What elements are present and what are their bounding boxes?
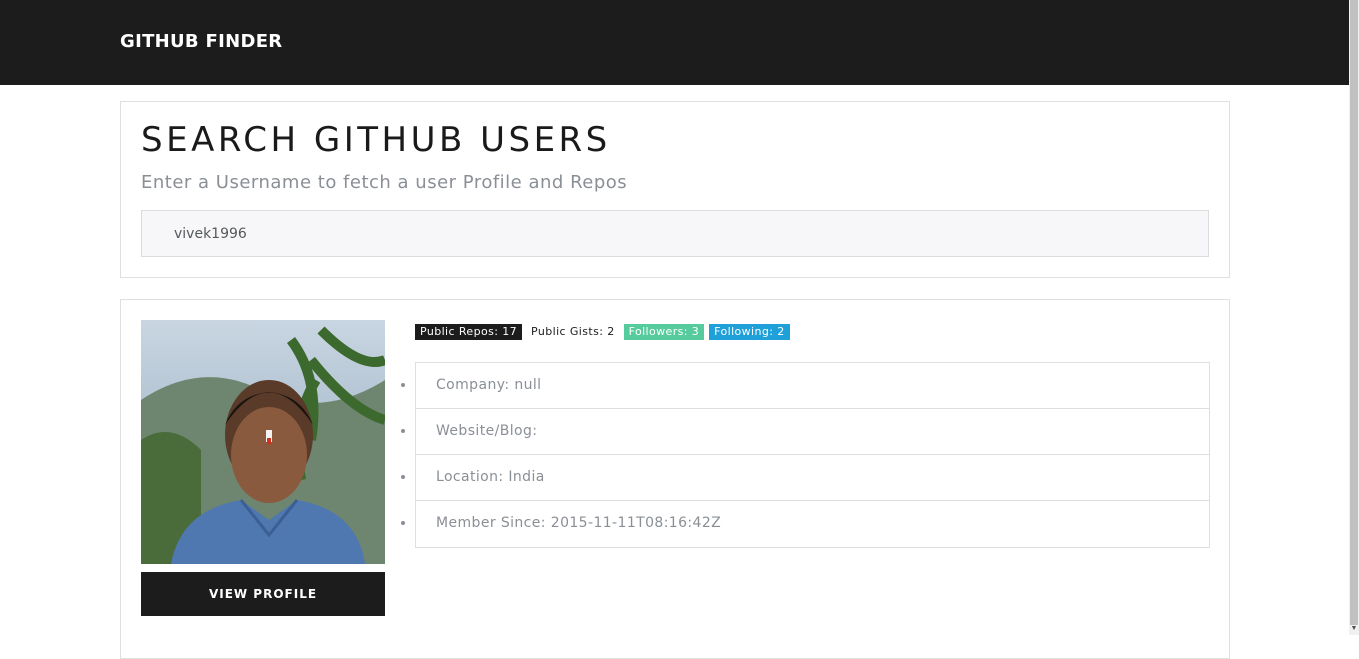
profile-card: VIEW PROFILE Public Repos: 17 Public Gis… bbox=[120, 299, 1230, 659]
profile-details-list: Company: null Website/Blog: Location: In… bbox=[415, 362, 1210, 548]
search-subtitle: Enter a Username to fetch a user Profile… bbox=[141, 172, 628, 193]
page-scrollbar[interactable]: ▼ bbox=[1349, 0, 1359, 635]
scrollbar-thumb[interactable] bbox=[1350, 0, 1358, 625]
brand-link[interactable]: GITHUB FINDER bbox=[120, 31, 282, 52]
public-gists-badge: Public Gists: 2 bbox=[527, 324, 619, 340]
location-item: Location: India bbox=[416, 455, 1209, 501]
scroll-down-arrow-icon[interactable]: ▼ bbox=[1350, 624, 1358, 634]
followers-badge: Followers: 3 bbox=[623, 324, 705, 340]
user-avatar bbox=[141, 320, 385, 564]
following-badge: Following: 2 bbox=[709, 324, 790, 340]
view-profile-button[interactable]: VIEW PROFILE bbox=[141, 572, 385, 616]
stats-badges: Public Repos: 17 Public Gists: 2 Followe… bbox=[415, 324, 790, 340]
navbar: GITHUB FINDER bbox=[0, 0, 1349, 85]
public-repos-badge: Public Repos: 17 bbox=[415, 324, 523, 340]
member-since-item: Member Since: 2015-11-11T08:16:42Z bbox=[416, 501, 1209, 547]
company-item: Company: null bbox=[416, 363, 1209, 409]
search-title: SEARCH GITHUB USERS bbox=[141, 120, 611, 160]
search-card: SEARCH GITHUB USERS Enter a Username to … bbox=[120, 101, 1230, 278]
avatar-image bbox=[141, 320, 385, 564]
username-search-input[interactable] bbox=[141, 210, 1209, 257]
website-item: Website/Blog: bbox=[416, 409, 1209, 455]
